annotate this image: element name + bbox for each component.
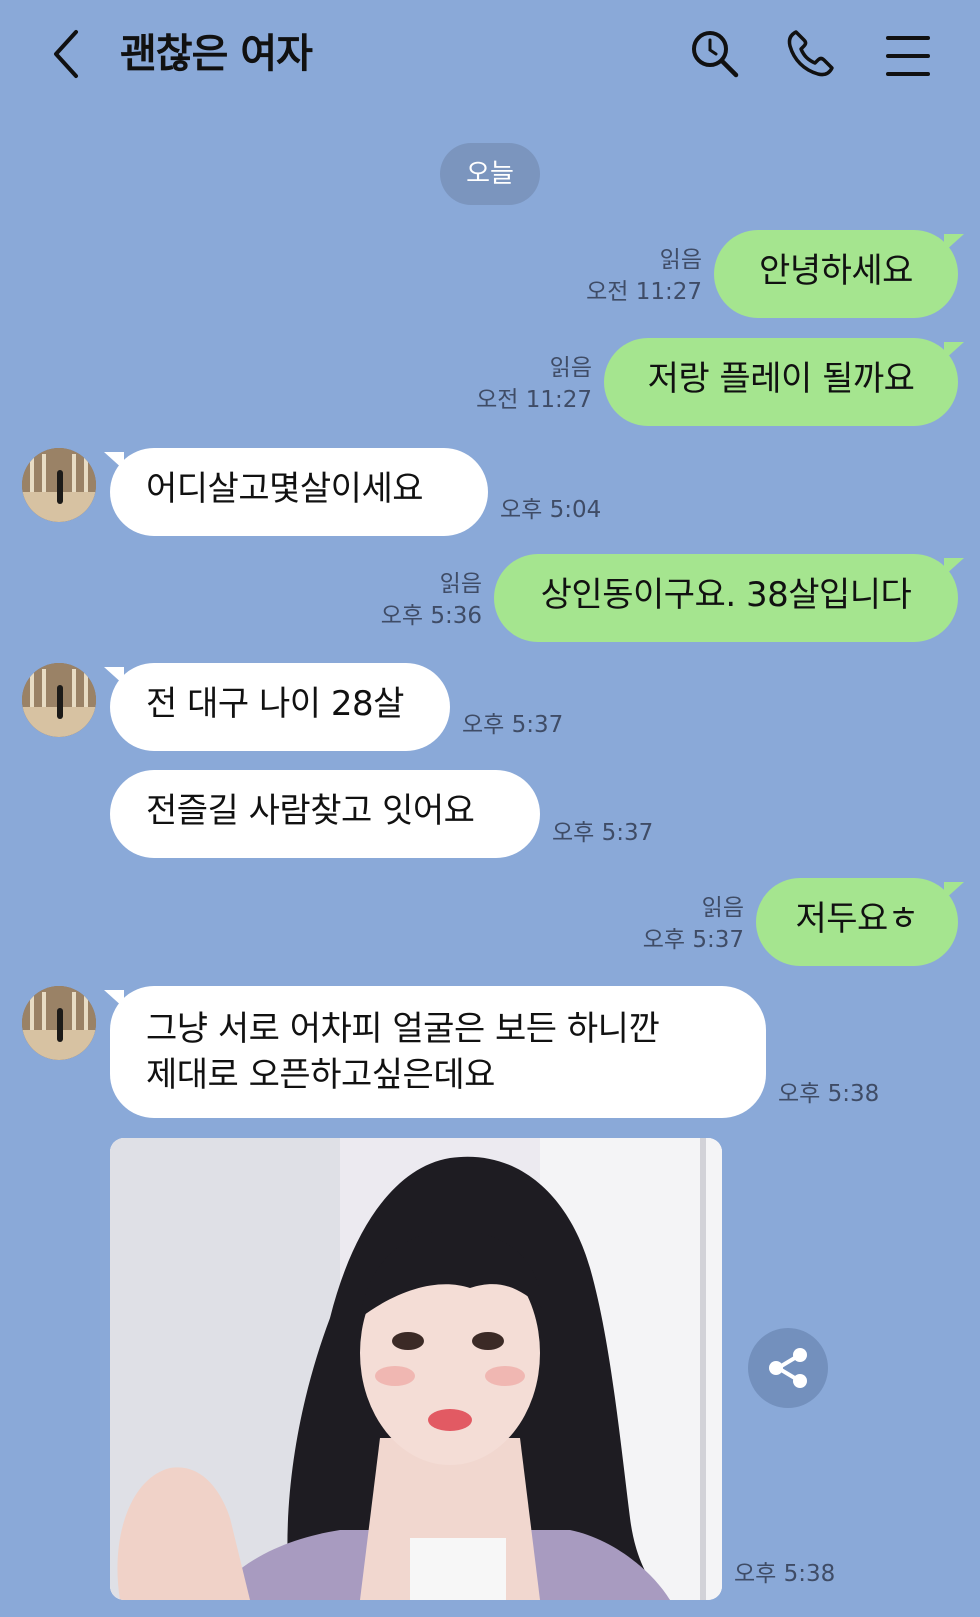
message-line: 제대로 오픈하고싶은데요 — [146, 1055, 495, 1095]
bubble-tail — [944, 342, 964, 360]
menu-button[interactable] — [880, 26, 936, 82]
phone-icon — [787, 30, 834, 77]
outgoing-message[interactable]: 상인동이구요. 38살입니다 — [494, 554, 958, 642]
message-time: 오전 11:27 — [586, 279, 702, 305]
message-time: 오후 5:36 — [380, 603, 482, 629]
incoming-message[interactable]: 그냥 서로 어차피 얼굴은 보든 하니깐 제대로 오픈하고싶은데요 — [110, 986, 766, 1118]
chat-header: 괜찮은 여자 — [0, 0, 980, 110]
message-time: 오후 5:38 — [778, 1081, 880, 1107]
photo-image — [110, 1138, 722, 1600]
outgoing-message[interactable]: 저두요ㅎ — [756, 878, 958, 966]
outgoing-message[interactable]: 저랑 플레이 될까요 — [604, 338, 958, 426]
call-button[interactable] — [782, 26, 838, 82]
read-receipt: 읽음 — [659, 247, 702, 273]
message-line: 그냥 서로 어차피 얼굴은 보든 하니깐 — [146, 1009, 660, 1049]
menu-icon — [886, 36, 930, 76]
read-receipt: 읽음 — [549, 355, 592, 381]
avatar[interactable] — [22, 448, 96, 522]
share-button[interactable] — [748, 1328, 828, 1408]
bubble-tail — [104, 990, 124, 1008]
message-time: 오후 5:04 — [500, 497, 602, 523]
outgoing-message[interactable]: 안녕하세요 — [714, 230, 958, 318]
message-time: 오후 5:37 — [642, 927, 744, 953]
chevron-left-icon — [54, 30, 78, 78]
bubble-tail — [104, 452, 124, 470]
message-time: 오후 5:37 — [552, 820, 654, 846]
bubble-tail — [944, 882, 964, 900]
profile-photo — [22, 663, 96, 737]
avatar[interactable] — [22, 663, 96, 737]
bubble-tail — [944, 558, 964, 576]
message-time: 오후 5:38 — [734, 1561, 836, 1587]
share-icon — [769, 1348, 807, 1388]
read-receipt: 읽음 — [439, 571, 482, 597]
profile-photo — [22, 448, 96, 522]
message-meta: 읽음 오전 11:27 — [560, 244, 702, 308]
message-meta: 읽음 오전 11:27 — [450, 352, 592, 416]
chat-title: 괜찮은 여자 — [120, 31, 313, 77]
search-button[interactable] — [686, 26, 742, 82]
avatar[interactable] — [22, 986, 96, 1060]
photo-message[interactable] — [110, 1138, 722, 1600]
message-meta: 읽음 오후 5:36 — [340, 568, 482, 632]
message-time: 오후 5:37 — [462, 712, 564, 738]
bubble-tail — [944, 234, 964, 252]
back-button[interactable] — [40, 22, 96, 86]
message-time: 오전 11:27 — [476, 387, 592, 413]
profile-photo — [22, 986, 96, 1060]
incoming-message[interactable]: 어디살고몇살이세요 — [110, 448, 488, 536]
incoming-message[interactable]: 전즐길 사람찾고 잇어요 — [110, 770, 540, 858]
date-divider: 오늘 — [440, 143, 540, 205]
message-meta: 읽음 오후 5:37 — [600, 892, 744, 956]
read-receipt: 읽음 — [701, 895, 744, 921]
search-icon — [692, 31, 739, 78]
incoming-message[interactable]: 전 대구 나이 28살 — [110, 663, 450, 751]
chat-screen: 괜찮은 여자 오늘 읽음 오전 11:27 안녕하세요 읽음 오전 11:27 … — [0, 0, 980, 1617]
bubble-tail — [104, 667, 124, 685]
